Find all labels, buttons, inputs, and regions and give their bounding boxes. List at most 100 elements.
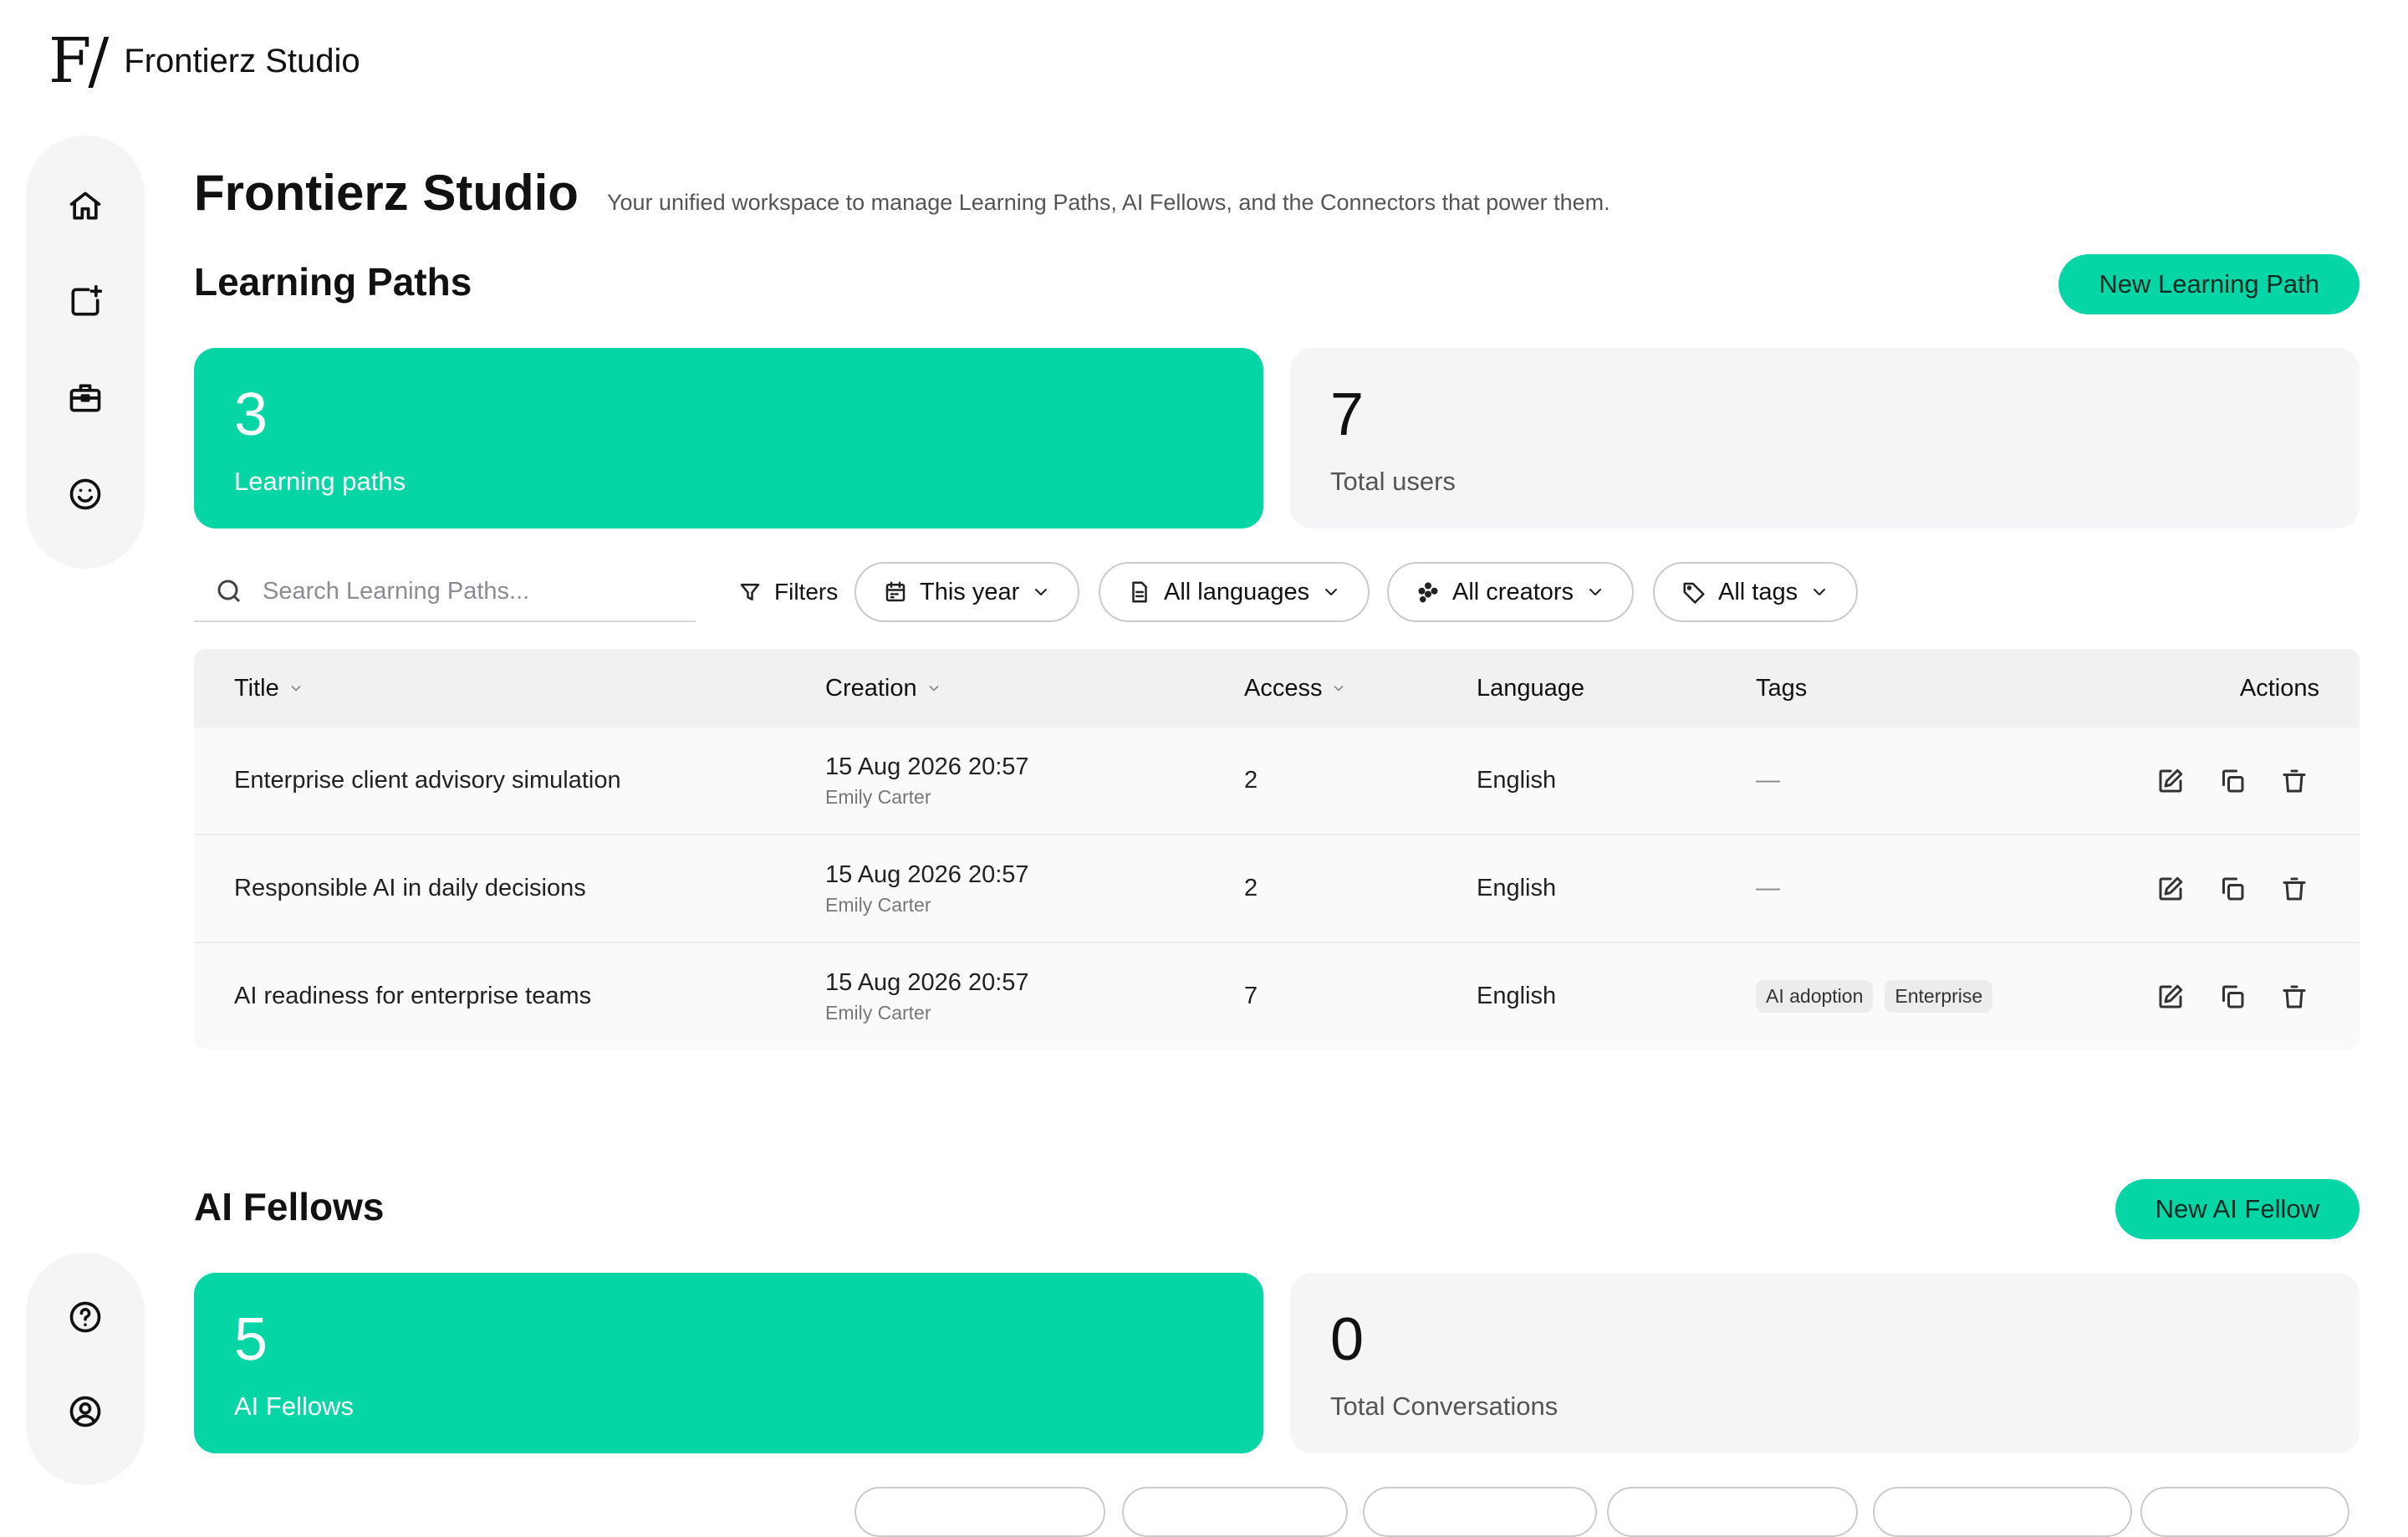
stat-value: 3 <box>234 381 268 448</box>
stat-label: Total Conversations <box>1330 1391 1559 1421</box>
trash-icon[interactable] <box>2279 874 2309 904</box>
stat-value: 5 <box>234 1306 268 1373</box>
row-access: 2 <box>1244 767 1258 794</box>
filter-creators-label: All creators <box>1452 578 1574 605</box>
stat-value: 0 <box>1330 1306 1365 1373</box>
copy-icon[interactable] <box>2217 982 2247 1012</box>
row-language: English <box>1477 767 1557 794</box>
col-tags-label: Tags <box>1756 674 1808 702</box>
row-actions <box>2155 943 2309 1049</box>
filter-date-label: This year <box>920 578 1020 605</box>
trash-icon[interactable] <box>2279 982 2309 1012</box>
nav-toolkit[interactable] <box>62 376 109 419</box>
filter-date[interactable]: This year <box>855 562 1080 622</box>
filter-pill[interactable] <box>2140 1487 2349 1537</box>
nav-home[interactable] <box>62 184 109 227</box>
filter-bar: Filters This year All languages All crea… <box>194 562 2360 622</box>
sparkle-square-icon <box>71 284 103 315</box>
row-actions <box>2155 728 2309 834</box>
chevron-down-icon <box>1035 589 1048 595</box>
copy-icon[interactable] <box>2217 766 2247 796</box>
chevron-down-icon <box>929 685 939 692</box>
stat-learning-paths: 3 Learning paths <box>194 348 1263 529</box>
filters-button[interactable]: Filters <box>737 562 838 622</box>
filter-language[interactable]: All languages <box>1099 562 1370 622</box>
stat-label: Learning paths <box>234 467 406 496</box>
nav-profile[interactable] <box>62 1391 109 1432</box>
search-icon <box>217 580 241 603</box>
page-title: Frontierz Studio <box>194 165 579 221</box>
row-title: AI readiness for enterprise teams <box>234 983 592 1009</box>
filter-pill[interactable] <box>1363 1487 1597 1537</box>
row-access: 7 <box>1244 983 1258 1009</box>
new-ai-fellow-button[interactable]: New AI Fellow <box>2115 1179 2360 1239</box>
filter-icon <box>740 584 760 600</box>
copy-icon[interactable] <box>2217 874 2247 904</box>
chevron-down-icon <box>291 685 301 692</box>
row-creator: Emily Carter <box>825 1001 931 1024</box>
row-date: 15 Aug 2026 20:57 <box>825 860 1029 888</box>
edit-icon[interactable] <box>2155 874 2186 904</box>
calendar-icon <box>885 581 906 602</box>
row-access: 2 <box>1244 875 1258 901</box>
filter-creators[interactable]: All creators <box>1387 562 1635 622</box>
col-actions: Actions <box>2240 649 2319 728</box>
row-title: Enterprise client advisory simulation <box>234 767 621 794</box>
edit-icon[interactable] <box>2155 766 2186 796</box>
page-subtitle: Your unified workspace to manage Learnin… <box>606 190 1610 215</box>
filter-language-label: All languages <box>1164 578 1310 605</box>
chevron-down-icon <box>1334 685 1344 692</box>
col-language-label: Language <box>1477 674 1585 702</box>
people-icon <box>1418 582 1438 603</box>
brand-name: Frontierz Studio <box>124 42 360 79</box>
briefcase-icon <box>69 384 101 411</box>
help-icon <box>69 1301 101 1332</box>
row-creation: 15 Aug 2026 20:57 Emily Carter <box>825 943 1029 1049</box>
sidebar-secondary <box>26 1253 145 1485</box>
search-input[interactable] <box>261 576 682 606</box>
learning-paths-title: Learning Paths <box>194 260 472 304</box>
row-language: English <box>1477 875 1557 901</box>
filter-tags[interactable]: All tags <box>1653 562 1859 622</box>
stat-label: AI Fellows <box>234 1391 354 1421</box>
filter-pill[interactable] <box>855 1487 1105 1537</box>
tag-chip: Enterprise <box>1885 980 1993 1013</box>
nav-fellows[interactable] <box>62 472 109 515</box>
sidebar-primary <box>26 135 145 569</box>
nav-help[interactable] <box>62 1296 109 1337</box>
nav-create[interactable] <box>62 280 109 323</box>
trash-icon[interactable] <box>2279 766 2309 796</box>
edit-icon[interactable] <box>2155 982 2186 1012</box>
table-row[interactable]: Responsible AI in daily decisions 15 Aug… <box>194 835 2360 943</box>
filter-pill[interactable] <box>1607 1487 1858 1537</box>
document-icon <box>1132 581 1147 603</box>
stat-total-conversations: 0 Total Conversations <box>1290 1273 2360 1453</box>
stat-value: 7 <box>1330 381 1365 448</box>
row-tags-empty: — <box>1756 875 1780 901</box>
col-access[interactable]: Access <box>1244 649 1347 728</box>
new-learning-path-button[interactable]: New Learning Path <box>2059 254 2360 314</box>
row-language: English <box>1477 983 1557 1009</box>
row-actions <box>2155 835 2309 942</box>
brand[interactable]: F/ Frontierz Studio <box>48 30 360 92</box>
chevron-down-icon <box>1325 589 1338 595</box>
chevron-down-icon <box>1589 589 1602 595</box>
row-date: 15 Aug 2026 20:57 <box>825 753 1029 780</box>
col-access-label: Access <box>1244 674 1323 702</box>
logo-mark: F/ <box>48 25 109 97</box>
table-row[interactable]: Enterprise client advisory simulation 15… <box>194 728 2360 835</box>
filter-pill[interactable] <box>1873 1487 2132 1537</box>
stat-total-users: 7 Total users <box>1290 348 2360 529</box>
col-title[interactable]: Title <box>234 649 304 728</box>
filters-label: Filters <box>774 579 839 605</box>
ai-fellows-title: AI Fellows <box>194 1185 385 1228</box>
col-title-label: Title <box>234 674 279 702</box>
col-creation-label: Creation <box>825 674 917 702</box>
row-creator: Emily Carter <box>825 785 931 808</box>
tag-chip: AI adoption <box>1756 980 1874 1013</box>
search-box[interactable] <box>194 562 696 622</box>
col-creation[interactable]: Creation <box>825 649 942 728</box>
tag-icon <box>1683 582 1705 604</box>
filter-pill[interactable] <box>1122 1487 1348 1537</box>
table-row[interactable]: AI readiness for enterprise teams 15 Aug… <box>194 943 2360 1049</box>
